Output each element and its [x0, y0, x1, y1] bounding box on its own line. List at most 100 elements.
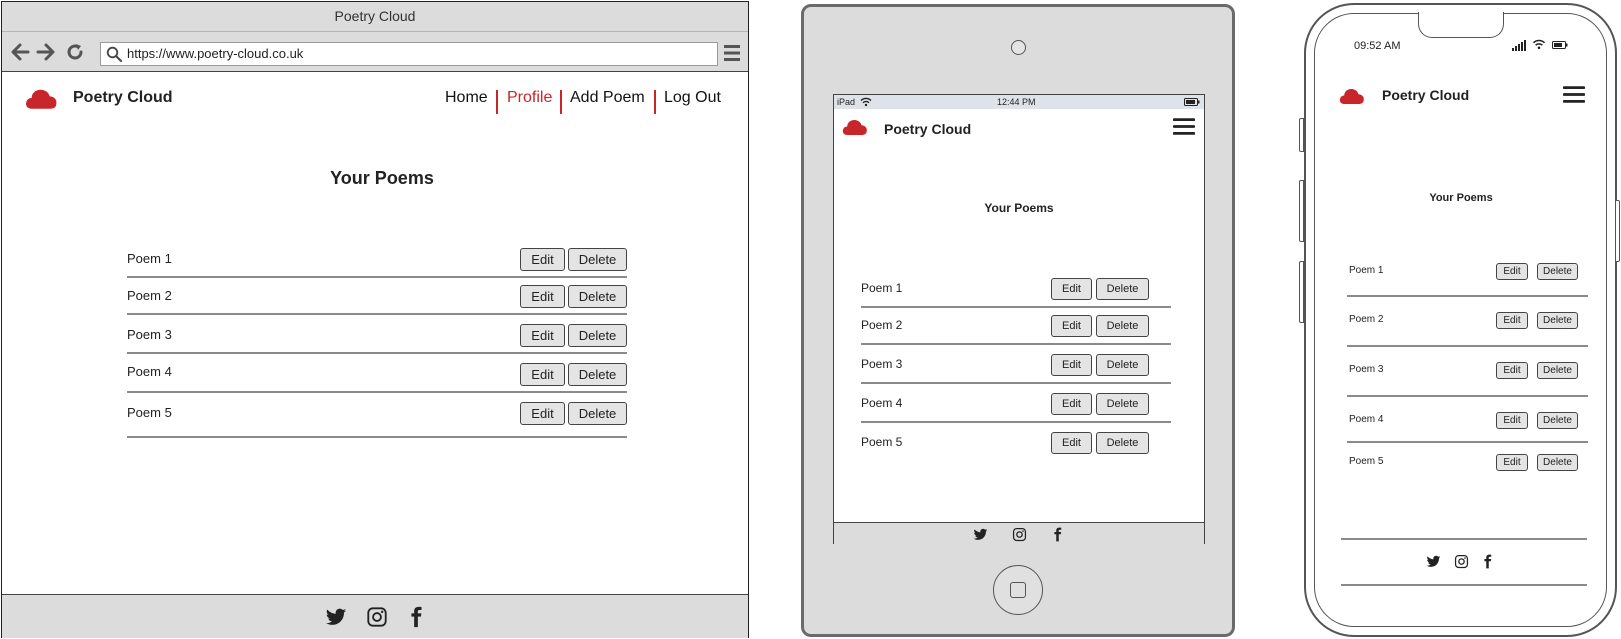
phone-power-button — [1615, 200, 1620, 262]
edit-button[interactable]: Edit — [1496, 362, 1528, 379]
twitter-icon[interactable] — [1426, 554, 1441, 569]
poem-title: Poem 2 — [127, 288, 172, 303]
poem-title: Poem 5 — [127, 405, 172, 420]
poem-title: Poem 5 — [861, 435, 903, 449]
brand-name[interactable]: Poetry Cloud — [884, 121, 971, 137]
facebook-icon[interactable] — [1480, 554, 1495, 569]
delete-button[interactable]: Delete — [1537, 263, 1578, 280]
edit-button[interactable]: Edit — [1496, 412, 1528, 429]
cloud-logo-icon[interactable] — [1339, 85, 1365, 106]
poem-title: Poem 1 — [1349, 265, 1384, 276]
row-divider — [861, 306, 1171, 308]
reload-icon[interactable] — [65, 42, 85, 62]
site-footer — [2, 594, 748, 638]
signal-icon — [1512, 40, 1526, 51]
delete-button[interactable]: Delete — [568, 402, 627, 425]
footer-bottom-divider — [1341, 584, 1587, 586]
edit-button[interactable]: Edit — [520, 402, 565, 425]
footer-top-divider — [1341, 538, 1587, 540]
twitter-icon[interactable] — [325, 606, 347, 628]
browser-menu-icon[interactable] — [724, 44, 740, 62]
edit-button[interactable]: Edit — [1496, 263, 1528, 280]
twitter-icon[interactable] — [973, 527, 988, 542]
phone-volume-up-button — [1299, 180, 1304, 242]
site-footer — [834, 522, 1204, 544]
instagram-icon[interactable] — [366, 606, 388, 628]
page-title: Your Poems — [984, 201, 1054, 215]
instagram-icon[interactable] — [1454, 554, 1469, 569]
delete-button[interactable]: Delete — [568, 324, 627, 347]
battery-icon — [1552, 41, 1568, 49]
status-time: 12:44 PM — [997, 97, 1036, 107]
row-divider — [1347, 395, 1588, 397]
edit-button[interactable]: Edit — [1051, 432, 1092, 454]
wifi-icon — [1532, 39, 1546, 50]
row-divider — [1347, 441, 1588, 443]
phone-volume-down-button — [1299, 261, 1304, 323]
poem-title: Poem 3 — [1349, 364, 1384, 375]
delete-button[interactable]: Delete — [1096, 315, 1149, 337]
delete-button[interactable]: Delete — [1096, 278, 1149, 300]
nav-log-out-link[interactable]: Log Out — [664, 89, 721, 107]
nav-profile-link[interactable]: Profile — [507, 89, 552, 107]
edit-button[interactable]: Edit — [520, 248, 565, 271]
brand-name[interactable]: Poetry Cloud — [1382, 87, 1469, 103]
brand-name[interactable]: Poetry Cloud — [73, 89, 173, 107]
nav-separator — [560, 90, 562, 114]
nav-add-poem-link[interactable]: Add Poem — [570, 89, 645, 107]
tablet-camera — [1011, 40, 1026, 55]
edit-button[interactable]: Edit — [520, 285, 565, 308]
phone-screen: Poetry Cloud Your Poems Poem 1 Edit Dele… — [1316, 70, 1606, 625]
row-divider — [1347, 345, 1588, 347]
delete-button[interactable]: Delete — [1537, 362, 1578, 379]
tablet-status-bar: iPad 12:44 PM — [834, 95, 1204, 109]
row-divider — [861, 382, 1171, 384]
edit-button[interactable]: Edit — [1051, 393, 1092, 415]
poem-title: Poem 5 — [1349, 456, 1384, 467]
edit-button[interactable]: Edit — [1496, 312, 1528, 329]
edit-button[interactable]: Edit — [1496, 454, 1528, 471]
wifi-icon — [860, 97, 872, 107]
row-divider — [127, 391, 627, 393]
delete-button[interactable]: Delete — [1096, 393, 1149, 415]
edit-button[interactable]: Edit — [1051, 278, 1092, 300]
edit-button[interactable]: Edit — [1051, 354, 1092, 376]
nav-home-link[interactable]: Home — [445, 89, 488, 107]
hamburger-menu-icon[interactable] — [1173, 117, 1195, 136]
back-arrow-icon[interactable] — [10, 42, 30, 62]
delete-button[interactable]: Delete — [1096, 354, 1149, 376]
battery-icon — [1184, 98, 1200, 106]
delete-button[interactable]: Delete — [1096, 432, 1149, 454]
poem-title: Poem 3 — [861, 357, 903, 371]
tablet-screen: iPad 12:44 PM Poetry Cloud Your Poems Po… — [833, 94, 1205, 544]
poem-title: Poem 2 — [1349, 314, 1384, 325]
address-bar[interactable]: https://www.poetry-cloud.co.uk — [100, 42, 718, 66]
delete-button[interactable]: Delete — [1537, 454, 1578, 471]
edit-button[interactable]: Edit — [1051, 315, 1092, 337]
delete-button[interactable]: Delete — [1537, 412, 1578, 429]
address-bar-url[interactable]: https://www.poetry-cloud.co.uk — [127, 43, 303, 65]
forward-arrow-icon[interactable] — [36, 42, 56, 62]
edit-button[interactable]: Edit — [520, 324, 565, 347]
row-divider — [861, 421, 1171, 423]
tablet-home-button-icon — [1010, 582, 1026, 598]
cloud-logo-icon[interactable] — [842, 116, 868, 137]
row-divider — [861, 343, 1171, 345]
nav-separator — [496, 90, 498, 114]
poem-title: Poem 4 — [127, 364, 172, 379]
delete-button[interactable]: Delete — [568, 363, 627, 386]
search-icon — [106, 46, 122, 62]
facebook-icon[interactable] — [1050, 527, 1065, 542]
phone-notch — [1418, 12, 1504, 38]
delete-button[interactable]: Delete — [568, 248, 627, 271]
poem-title: Poem 1 — [861, 281, 903, 295]
poem-title: Poem 4 — [1349, 414, 1384, 425]
hamburger-menu-icon[interactable] — [1563, 85, 1585, 104]
instagram-icon[interactable] — [1012, 527, 1027, 542]
edit-button[interactable]: Edit — [520, 363, 565, 386]
delete-button[interactable]: Delete — [568, 285, 627, 308]
delete-button[interactable]: Delete — [1537, 312, 1578, 329]
cloud-logo-icon[interactable] — [25, 85, 58, 111]
page-title: Your Poems — [330, 168, 434, 188]
facebook-icon[interactable] — [405, 606, 427, 628]
